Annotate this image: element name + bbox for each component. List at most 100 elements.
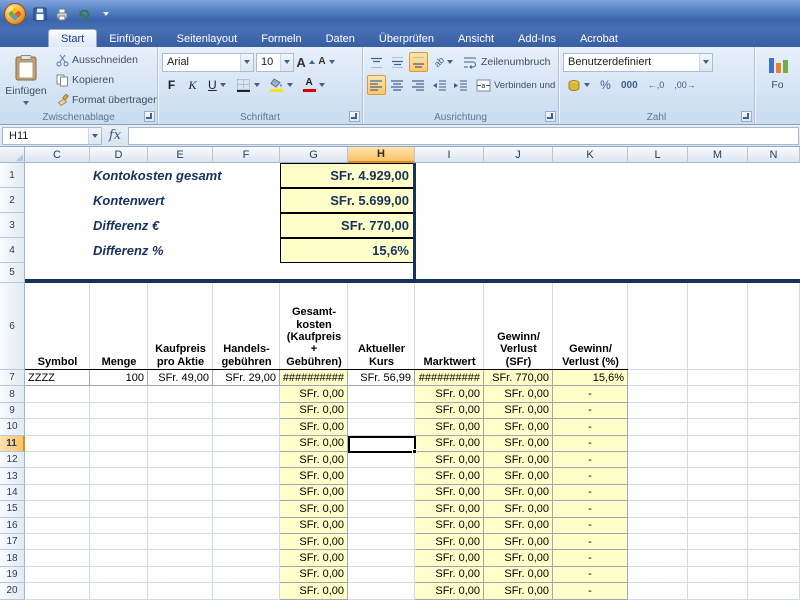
font-size-combo[interactable]: 10 [256,53,294,72]
active-cell-H11[interactable] [348,436,416,453]
row-header-13[interactable]: 13 [0,468,25,484]
office-button[interactable] [4,3,26,25]
cell-D1[interactable]: Kontokosten gesamt [90,163,280,188]
undo-button[interactable] [75,5,93,23]
number-dialog-launcher[interactable] [741,111,752,122]
comma-style-button[interactable]: 000 [617,75,642,95]
cell-J12[interactable]: SFr. 0,00 [484,452,553,468]
cell-G19[interactable]: SFr. 0,00 [280,567,348,583]
conditional-formatting-button[interactable]: Fo [757,50,798,91]
bold-button[interactable]: F [162,75,181,95]
align-left-button[interactable] [367,75,386,95]
cell-K7[interactable]: 15,6% [553,370,628,386]
cell-K15[interactable]: - [553,501,628,517]
font-dialog-launcher[interactable] [349,111,360,122]
column-header-L[interactable]: L [628,147,688,163]
row-header-20[interactable]: 20 [0,583,25,599]
cell-I12[interactable]: SFr. 0,00 [415,452,484,468]
cell-G14[interactable]: SFr. 0,00 [280,485,348,501]
row-header-1[interactable]: 1 [0,163,25,188]
tab-daten[interactable]: Daten [314,30,367,47]
cell-J20[interactable]: SFr. 0,00 [484,583,553,599]
row-header-16[interactable]: 16 [0,518,25,534]
orientation-button[interactable]: ab [430,52,457,72]
cell-J17[interactable]: SFr. 0,00 [484,534,553,550]
tab-ansicht[interactable]: Ansicht [446,30,506,47]
number-format-dropdown[interactable] [699,54,712,71]
column-header-J[interactable]: J [484,147,553,163]
cell-G13[interactable]: SFr. 0,00 [280,468,348,484]
cell-G9[interactable]: SFr. 0,00 [280,403,348,419]
align-center-button[interactable] [388,75,407,95]
cell-K18[interactable]: - [553,550,628,566]
cell-D2[interactable]: Kontenwert [90,188,280,213]
cell-G4[interactable]: 15,6% [280,238,415,263]
save-button[interactable] [31,5,49,23]
cell-I13[interactable]: SFr. 0,00 [415,468,484,484]
tab-start[interactable]: Start [48,29,97,47]
row-header-9[interactable]: 9 [0,403,25,419]
qat-menu-button[interactable] [97,5,115,23]
column-header-I[interactable]: I [415,147,484,163]
column-header-G[interactable]: G [280,147,348,163]
align-bottom-button[interactable] [409,52,428,72]
cell-K8[interactable]: - [553,386,628,402]
cell-G1[interactable]: SFr. 4.929,00 [280,163,415,188]
cell-I6[interactable]: Marktwert [415,283,484,370]
row-header-6[interactable]: 6 [0,283,25,370]
cell-J10[interactable]: SFr. 0,00 [484,419,553,435]
cell-E7[interactable]: SFr. 49,00 [148,370,213,386]
tab-addins[interactable]: Add-Ins [506,30,568,47]
column-header-K[interactable]: K [553,147,628,163]
cell-I15[interactable]: SFr. 0,00 [415,501,484,517]
row-header-8[interactable]: 8 [0,386,25,402]
row-header-3[interactable]: 3 [0,213,25,238]
cell-G15[interactable]: SFr. 0,00 [280,501,348,517]
cell-G2[interactable]: SFr. 5.699,00 [280,188,415,213]
row-header-11[interactable]: 11 [0,436,25,452]
align-middle-button[interactable] [388,52,407,72]
cell-C7[interactable]: ZZZZ [25,370,90,386]
font-color-button[interactable]: A [299,75,329,95]
cell-J13[interactable]: SFr. 0,00 [484,468,553,484]
tab-formeln[interactable]: Formeln [249,30,313,47]
name-box-dropdown[interactable] [88,128,101,144]
fill-handle[interactable] [412,449,417,454]
cell-I18[interactable]: SFr. 0,00 [415,550,484,566]
cell-J15[interactable]: SFr. 0,00 [484,501,553,517]
column-header-E[interactable]: E [148,147,213,163]
increase-indent-button[interactable] [451,75,470,95]
cell-G3[interactable]: SFr. 770,00 [280,213,415,238]
decrease-indent-button[interactable] [430,75,449,95]
cell-G20[interactable]: SFr. 0,00 [280,583,348,599]
cell-I10[interactable]: SFr. 0,00 [415,419,484,435]
row-header-2[interactable]: 2 [0,188,25,213]
print-button[interactable] [53,5,71,23]
cell-I11[interactable]: SFr. 0,00 [415,436,484,452]
cell-G12[interactable]: SFr. 0,00 [280,452,348,468]
row-header-10[interactable]: 10 [0,419,25,435]
cell-I7[interactable]: ########## [415,370,484,386]
tab-einfuegen[interactable]: Einfügen [97,30,164,47]
cell-F6[interactable]: Handels- gebühren [213,283,280,370]
cell-G6[interactable]: Gesamt- kosten (Kaufpreis + Gebühren) [280,283,348,370]
cell-K19[interactable]: - [553,567,628,583]
underline-button[interactable]: U [204,75,230,95]
cell-I20[interactable]: SFr. 0,00 [415,583,484,599]
cell-D4[interactable]: Differenz % [90,238,280,263]
tab-acrobat[interactable]: Acrobat [568,30,630,47]
tab-ueberpruefen[interactable]: Überprüfen [367,30,446,47]
cell-J8[interactable]: SFr. 0,00 [484,386,553,402]
cell-I9[interactable]: SFr. 0,00 [415,403,484,419]
cell-J19[interactable]: SFr. 0,00 [484,567,553,583]
cell-J16[interactable]: SFr. 0,00 [484,518,553,534]
align-right-button[interactable] [409,75,428,95]
tab-seitenlayout[interactable]: Seitenlayout [165,30,250,47]
select-all-corner[interactable] [0,147,25,163]
cell-E6[interactable]: Kaufpreis pro Aktie [148,283,213,370]
grow-font-button[interactable]: A [296,52,315,72]
insert-function-button[interactable]: fx [102,128,128,143]
cell-G11[interactable]: SFr. 0,00 [280,436,348,452]
cell-H7[interactable]: SFr. 56,99 [348,370,415,386]
row-header-17[interactable]: 17 [0,534,25,550]
